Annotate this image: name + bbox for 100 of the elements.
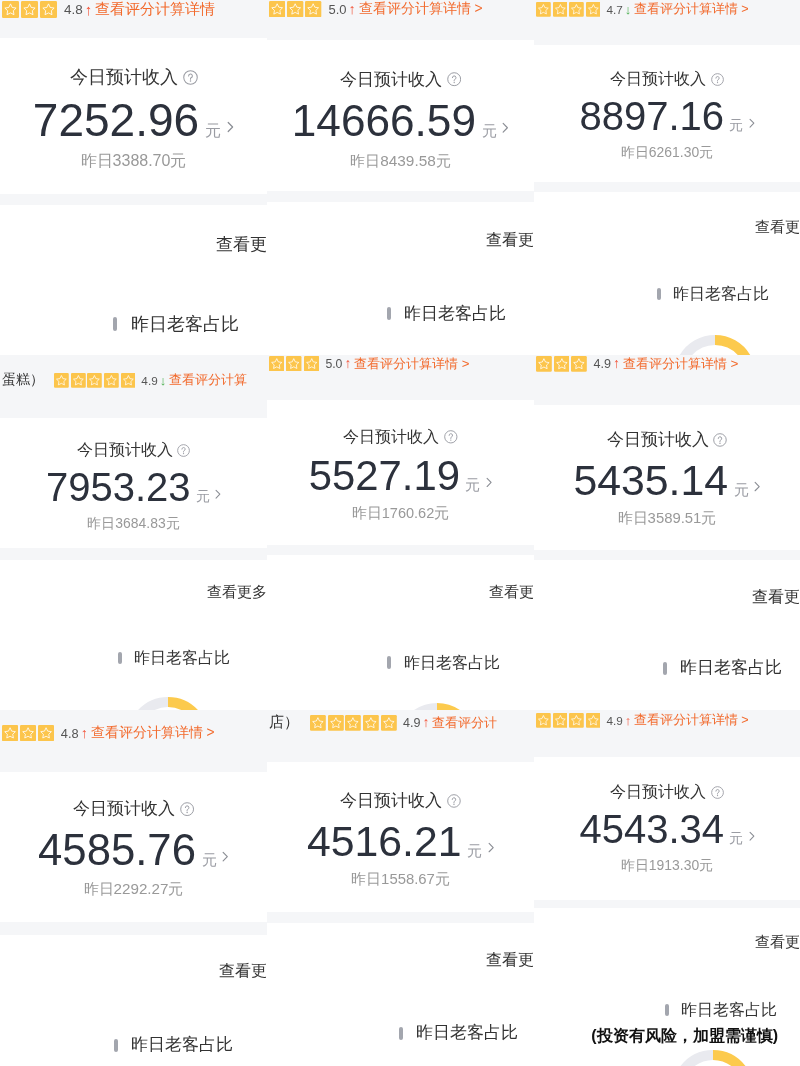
chevron-icon[interactable] (748, 830, 755, 842)
chevron-icon[interactable] (487, 842, 495, 854)
help-icon[interactable] (177, 443, 191, 457)
yesterday-income: 昨日1558.67元 (351, 870, 450, 890)
yesterday-income: 昨日2292.27元 (83, 878, 184, 899)
trend-arrow: ↓ (159, 373, 167, 387)
help-icon[interactable] (179, 802, 194, 817)
help-icon[interactable] (713, 433, 728, 448)
income-title: 今日预计收入 (73, 798, 175, 820)
rating-score: 4.8 (64, 2, 83, 17)
help-icon[interactable] (710, 72, 724, 86)
trend-arrow: ↑ (613, 356, 621, 371)
view-more-link[interactable]: 查看更 (216, 233, 267, 257)
income-title: 今日预计收入 (76, 440, 173, 460)
currency-unit: 元 (467, 841, 483, 861)
section-marker-icon (387, 306, 391, 321)
rating-score: 4.8 (60, 725, 79, 741)
trend-arrow: ↓ (624, 2, 632, 16)
chevron-icon[interactable] (754, 481, 761, 493)
rating-score: 4.7 (606, 2, 623, 16)
section-title: 昨日老客占比 (403, 651, 500, 673)
star-icon (87, 372, 103, 388)
currency-unit: 元 (729, 117, 744, 136)
income-amount: 4516.21 (306, 817, 462, 865)
section-title: 昨日老客占比 (131, 1033, 234, 1056)
chevron-icon[interactable] (222, 851, 229, 863)
yesterday-income: 昨日3684.83元 (87, 513, 180, 533)
star-icon (104, 372, 119, 388)
currency-unit: 元 (733, 480, 749, 500)
chevron-icon[interactable] (502, 121, 510, 134)
store-name: 店） (269, 713, 299, 733)
view-more-link[interactable]: 查看更 (755, 932, 800, 953)
view-more-link[interactable]: 查看更 (755, 217, 800, 238)
yesterday-income: 昨日1913.30元 (620, 855, 714, 875)
trend-arrow: ↑ (348, 1, 356, 17)
income-title: 今日预计收入 (343, 426, 440, 447)
chevron-icon[interactable] (227, 121, 235, 133)
store-name: 蛋糕） (2, 371, 44, 390)
star-icon (54, 372, 70, 388)
star-icon (345, 714, 362, 731)
section-marker-icon (387, 656, 391, 670)
help-icon[interactable] (446, 72, 462, 87)
help-icon[interactable] (443, 430, 458, 444)
currency-unit: 元 (195, 488, 210, 507)
chevron-icon[interactable] (215, 488, 222, 500)
income-title: 今日预计收入 (610, 782, 707, 802)
chevron-icon[interactable] (485, 476, 493, 488)
star-icon (20, 724, 37, 742)
view-more-link[interactable]: 查看更 (489, 581, 534, 603)
income-amount: 4543.34 (579, 808, 725, 852)
rating-score: 5.0 (325, 356, 343, 371)
yesterday-income: 昨日3589.51元 (617, 509, 717, 529)
rating-score: 4.9 (593, 356, 612, 371)
income-amount: 4585.76 (38, 826, 196, 874)
view-more-link[interactable]: 查看更 (486, 949, 534, 972)
income-amount: 5435.14 (573, 456, 728, 504)
income-title: 今日预计收入 (606, 429, 709, 451)
yesterday-income: 昨日8439.58元 (350, 150, 451, 171)
currency-unit: 元 (205, 121, 222, 141)
trend-arrow: ↑ (84, 2, 93, 17)
section-title: 昨日老客占比 (131, 313, 239, 336)
trend-arrow: ↑ (422, 715, 430, 730)
section-title: 昨日老客占比 (404, 302, 507, 326)
help-icon[interactable] (182, 69, 198, 85)
chevron-icon[interactable] (748, 117, 755, 129)
section-marker-icon (113, 317, 117, 331)
rating-score: 5.0 (328, 1, 347, 17)
income-amount: 8897.16 (579, 95, 725, 139)
star-icon (327, 714, 344, 731)
help-icon[interactable] (446, 794, 461, 809)
trend-arrow: ↑ (624, 713, 632, 727)
section-title: 昨日老客占比 (134, 647, 231, 668)
view-more-link[interactable]: 查看更 (219, 959, 267, 982)
income-amount: 5527.19 (308, 453, 460, 499)
star-icon (120, 372, 136, 388)
donut-slice (713, 1050, 746, 1066)
rating-score: 4.9 (141, 373, 158, 387)
help-icon[interactable] (710, 785, 724, 799)
view-more-link[interactable]: 查看更 (486, 228, 534, 252)
income-title: 今日预计收入 (610, 69, 707, 89)
currency-unit: 元 (481, 120, 497, 141)
view-more-link[interactable]: 查看更 (752, 586, 800, 609)
donut-slice (680, 1050, 713, 1066)
star-icon (70, 372, 86, 388)
section-marker-icon (657, 288, 661, 301)
section-title: 昨日老客占比 (416, 1022, 518, 1045)
donut-slice (715, 335, 751, 355)
view-more-link[interactable]: 查看更多 (207, 582, 267, 603)
star-icon (380, 714, 397, 731)
currency-unit: 元 (201, 850, 217, 871)
section-marker-icon (118, 652, 122, 665)
yesterday-income: 昨日3388.70元 (80, 151, 187, 171)
section-marker-icon (665, 1004, 669, 1017)
star-icon (38, 724, 55, 742)
section-marker-icon (663, 661, 667, 675)
income-amount: 14666.59 (291, 96, 476, 145)
yesterday-income: 昨日1760.62元 (351, 504, 450, 524)
disclaimer-caption: (投资有风险，加盟需谨慎) (591, 1026, 778, 1046)
income-title: 今日预计收入 (340, 790, 443, 812)
income-amount: 7953.23 (45, 466, 191, 510)
